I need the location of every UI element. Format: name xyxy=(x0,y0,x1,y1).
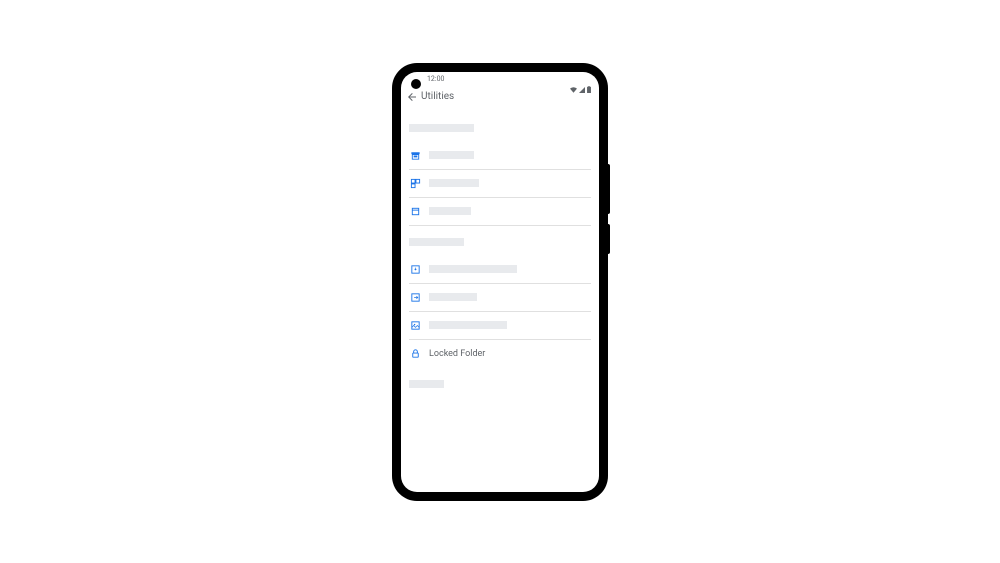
item-label-placeholder xyxy=(429,151,474,159)
free-up-space-icon xyxy=(409,177,421,189)
phone-device-frame: 12:00 Utilities xyxy=(393,64,607,500)
signal-icon xyxy=(579,78,585,97)
item-label-placeholder xyxy=(429,293,477,301)
archive-icon xyxy=(409,149,421,161)
trash-icon xyxy=(409,205,421,217)
locked-folder-label: Locked Folder xyxy=(429,349,485,359)
phone-screen: 12:00 Utilities xyxy=(401,72,599,492)
status-icons xyxy=(570,78,591,97)
item-label-placeholder xyxy=(429,321,507,329)
section-header-placeholder xyxy=(409,380,444,388)
status-time: 12:00 xyxy=(427,75,444,83)
list-item-locked-folder[interactable]: Locked Folder xyxy=(409,340,591,368)
list-item[interactable] xyxy=(409,312,591,340)
list-item[interactable] xyxy=(409,284,591,312)
front-camera xyxy=(411,79,421,89)
item-label-placeholder xyxy=(429,265,517,273)
item-label-placeholder xyxy=(429,179,479,187)
wifi-icon xyxy=(570,78,577,97)
status-bar: 12:00 xyxy=(401,72,599,94)
export-icon xyxy=(409,291,421,303)
list-item[interactable] xyxy=(409,170,591,198)
power-button xyxy=(607,224,610,254)
volume-button xyxy=(607,164,610,214)
photo-frame-icon xyxy=(409,319,421,331)
list-item[interactable] xyxy=(409,256,591,284)
list-item[interactable] xyxy=(409,198,591,226)
item-label-placeholder xyxy=(429,207,471,215)
section-header-placeholder xyxy=(409,238,464,246)
content-area: Locked Folder xyxy=(401,124,599,388)
list-item[interactable] xyxy=(409,142,591,170)
import-icon xyxy=(409,263,421,275)
section-header-placeholder xyxy=(409,124,474,132)
lock-icon xyxy=(409,348,421,360)
battery-icon xyxy=(587,78,591,97)
